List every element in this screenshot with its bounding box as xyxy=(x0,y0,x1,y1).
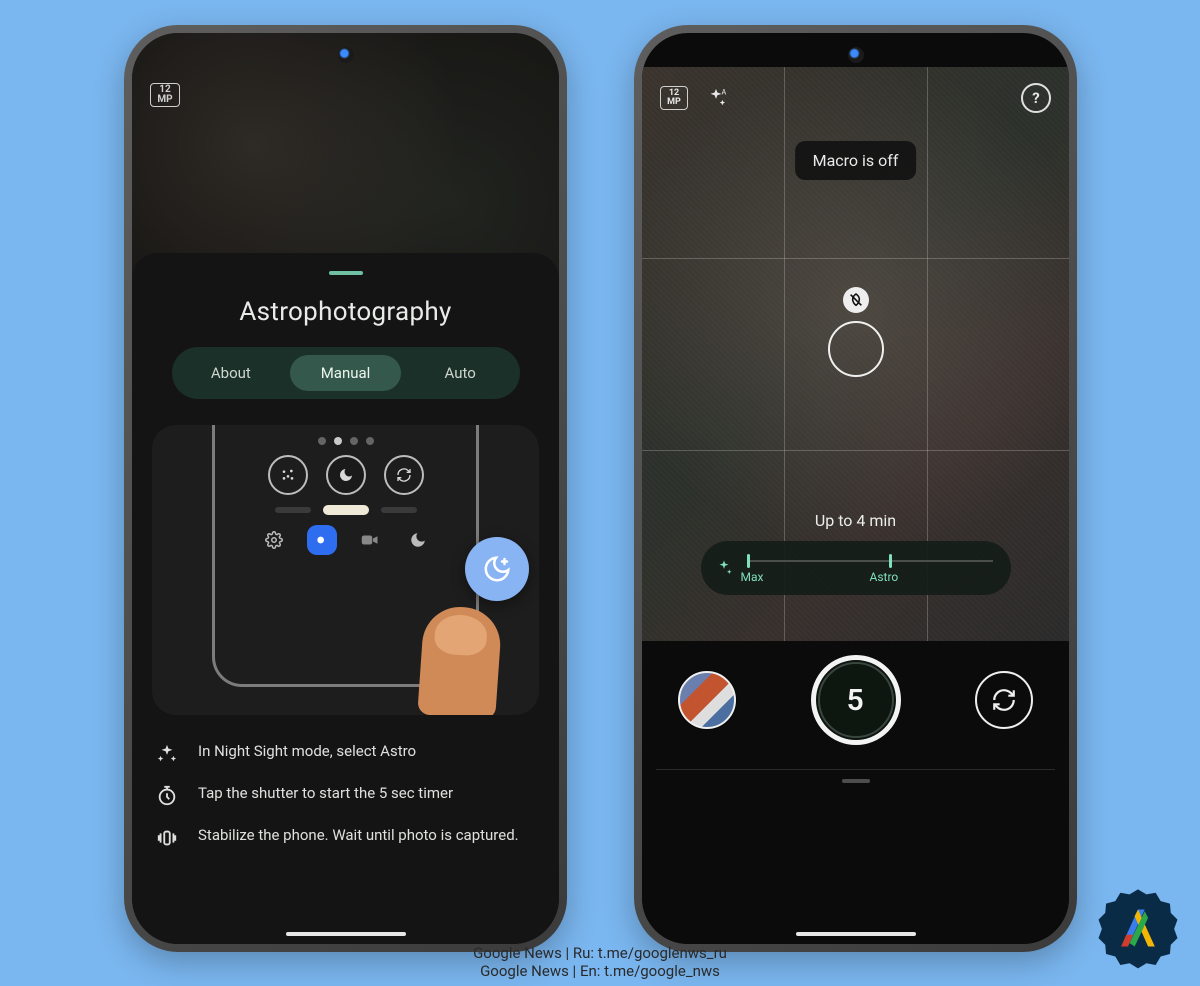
capture-row: 5 xyxy=(642,655,1069,745)
front-camera-hole xyxy=(338,47,354,63)
megapixel-badge[interactable]: 12 MP xyxy=(150,83,180,107)
instruction-item: In Night Sight mode, select Astro xyxy=(154,741,535,765)
tab-about[interactable]: About xyxy=(176,355,287,391)
mock-options-row xyxy=(268,455,424,495)
exposure-slider-track[interactable]: Max Astro xyxy=(747,552,993,584)
phone-screen-right: 12 MP A ? Macro is off Up to 4 min xyxy=(642,33,1069,944)
segmented-control: About Manual Auto xyxy=(172,347,520,399)
phone-screen-left: 12 MP Astrophotography About Manual Auto xyxy=(132,33,559,944)
tab-auto[interactable]: Auto xyxy=(405,355,516,391)
phone-device-left: 12 MP Astrophotography About Manual Auto xyxy=(124,25,567,952)
instruction-text: In Night Sight mode, select Astro xyxy=(198,741,416,761)
svg-text:A: A xyxy=(722,87,727,96)
night-mode-fab xyxy=(465,537,529,601)
mock-refresh-icon xyxy=(384,455,424,495)
home-indicator[interactable] xyxy=(286,932,406,936)
megapixel-badge[interactable]: 12 MP xyxy=(660,86,688,110)
phone-device-right: 12 MP A ? Macro is off Up to 4 min xyxy=(634,25,1077,952)
adjustments-drag-handle[interactable] xyxy=(842,779,870,783)
auto-enhance-icon[interactable]: A xyxy=(702,86,730,110)
front-camera-hole xyxy=(848,47,864,63)
tab-manual[interactable]: Manual xyxy=(290,355,401,391)
macro-toast: Macro is off xyxy=(795,141,917,180)
instruction-list: In Night Sight mode, select Astro Tap th… xyxy=(152,741,539,849)
astrophotography-sheet: Astrophotography About Manual Auto xyxy=(132,253,559,944)
top-controls-row: 12 MP A ? xyxy=(642,83,1069,113)
exposure-duration-label: Up to 4 min xyxy=(642,511,1069,530)
mock-stars-icon xyxy=(268,455,308,495)
adjustments-row[interactable]: Reset All Night Sight Brightness xyxy=(642,793,1069,904)
instruction-illustration xyxy=(152,425,539,715)
switch-camera-button[interactable] xyxy=(975,671,1033,729)
slider-stop-max[interactable] xyxy=(747,554,750,568)
mock-gear-icon xyxy=(259,525,289,555)
gallery-thumbnail[interactable] xyxy=(678,671,736,729)
shutter-button[interactable]: 5 xyxy=(811,655,901,745)
mp-unit: MP xyxy=(157,95,172,105)
credit-line-2: Google News | En: t.me/google_nws xyxy=(473,962,727,980)
mock-camera-icon xyxy=(307,525,337,555)
mock-night-icon xyxy=(403,525,433,555)
macro-off-icon[interactable] xyxy=(843,287,869,313)
slider-label-astro: Astro xyxy=(870,570,899,584)
slider-stop-astro[interactable] xyxy=(889,554,892,568)
credit-line-1: Google News | Ru: t.me/googlenws_ru xyxy=(473,944,727,962)
instruction-text: Tap the shutter to start the 5 sec timer xyxy=(198,783,453,803)
image-credits: Google News | Ru: t.me/googlenws_ru Goog… xyxy=(473,944,727,980)
mp-unit: MP xyxy=(667,98,681,107)
mock-page-dots xyxy=(318,437,374,445)
sheet-drag-handle[interactable] xyxy=(329,271,363,275)
home-indicator[interactable] xyxy=(796,932,916,936)
sparkles-icon xyxy=(715,559,733,577)
instruction-item: Tap the shutter to start the 5 sec timer xyxy=(154,783,535,807)
mock-video-icon xyxy=(355,525,385,555)
source-logo-badge xyxy=(1096,886,1180,970)
mock-moon-icon xyxy=(326,455,366,495)
help-button[interactable]: ? xyxy=(1021,83,1051,113)
instruction-text: Stabilize the phone. Wait until photo is… xyxy=(198,825,519,845)
finger-illustration xyxy=(417,604,502,715)
exposure-slider[interactable]: Max Astro xyxy=(701,541,1011,595)
control-divider xyxy=(656,769,1055,770)
focus-indicator[interactable] xyxy=(828,321,884,377)
sheet-title: Astrophotography xyxy=(152,297,539,327)
instruction-item: Stabilize the phone. Wait until photo is… xyxy=(154,825,535,849)
sparkles-icon xyxy=(154,743,180,765)
stabilize-icon xyxy=(154,827,180,849)
timer-icon xyxy=(154,785,180,807)
mock-bottom-row xyxy=(259,525,433,555)
shutter-countdown: 5 xyxy=(818,662,894,738)
slider-label-max: Max xyxy=(741,570,764,584)
mock-slider xyxy=(275,505,417,515)
